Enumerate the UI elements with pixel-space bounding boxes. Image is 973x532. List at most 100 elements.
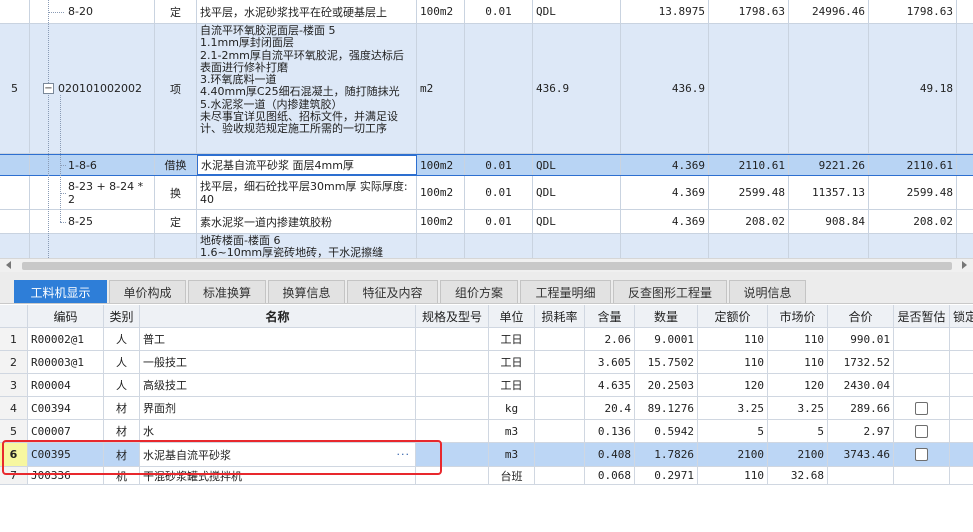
content-cell[interactable]: 20.4 (585, 397, 635, 419)
unit-cell[interactable]: m3 (489, 420, 535, 442)
code-cell[interactable]: R00004 (28, 374, 104, 396)
lock-cell[interactable] (950, 397, 973, 419)
name-edit-field[interactable]: 水泥基自流平砂浆 ··· (140, 443, 416, 466)
type-cell[interactable]: 人 (104, 351, 140, 373)
type-cell[interactable]: 换 (155, 176, 197, 209)
provisional-checkbox[interactable] (915, 401, 928, 415)
name-cell[interactable]: 界面剂 (140, 397, 416, 419)
header-unit[interactable]: 单位 (489, 305, 535, 327)
qty-expr-cell[interactable] (533, 234, 621, 258)
price-cell[interactable] (709, 24, 789, 153)
row-number[interactable]: 1 (0, 328, 28, 350)
total-cell[interactable]: 2.97 (828, 420, 894, 442)
name-cell[interactable]: 找平层，细石砼找平层30mm厚 实际厚度: 40 (197, 176, 417, 209)
name-cell[interactable]: 水 (140, 420, 416, 442)
horizontal-scrollbar[interactable] (0, 258, 973, 272)
tab-reverse-graphic-quantity[interactable]: 反查图形工程量 (613, 280, 727, 303)
name-cell[interactable]: 一般技工 (140, 351, 416, 373)
spec-cell[interactable] (416, 467, 489, 484)
table-row[interactable]: 3 R00004 人 高级技工 工日 4.635 20.2503 120 120… (0, 374, 973, 397)
price2-cell[interactable]: 49.18 (869, 24, 957, 153)
more-options-icon[interactable]: ··· (397, 448, 411, 461)
tab-description-info[interactable]: 说明信息 (729, 280, 806, 303)
market-price-cell[interactable]: 3.25 (768, 397, 828, 419)
qty-expr-cell[interactable]: QDL (533, 176, 621, 209)
content-cell[interactable]: 0.408 (585, 443, 635, 466)
price2-cell[interactable]: 2110.61 (869, 155, 957, 175)
table-row[interactable]: 地砖楼面-楼面 6 1.6~10mm厚瓷砖地砖，干水泥擦缝 (0, 234, 973, 258)
header-provisional[interactable]: 是否暂估 (894, 305, 950, 327)
total-cell[interactable]: 2430.04 (828, 374, 894, 396)
coef-cell[interactable]: 0.01 (465, 176, 533, 209)
header-code[interactable]: 编码 (28, 305, 104, 327)
header-lock[interactable]: 锁定 (950, 305, 973, 327)
qty-cell[interactable]: 436.9 (621, 24, 709, 153)
unit-cell[interactable]: m2 (417, 24, 465, 153)
tab-labor-material-machine[interactable]: 工料机显示 (14, 280, 107, 303)
tab-standard-conversion[interactable]: 标准换算 (188, 280, 266, 303)
code-cell[interactable]: C00007 (28, 420, 104, 442)
table-row[interactable]: 2 R00003@1 人 一般技工 工日 3.605 15.7502 110 1… (0, 351, 973, 374)
loss-rate-cell[interactable] (535, 328, 585, 350)
scroll-left-arrow-icon[interactable] (6, 261, 11, 269)
unit-cell[interactable]: m3 (489, 443, 535, 466)
total-cell[interactable] (789, 234, 869, 258)
coef-cell[interactable] (465, 24, 533, 153)
unit-cell[interactable] (417, 234, 465, 258)
lock-cell[interactable] (950, 374, 973, 396)
name-cell[interactable]: 地砖楼面-楼面 6 1.6~10mm厚瓷砖地砖，干水泥擦缝 (197, 234, 417, 258)
header-type[interactable]: 类别 (104, 305, 140, 327)
code-cell[interactable]: R00002@1 (28, 328, 104, 350)
qty-cell[interactable]: 4.369 (621, 176, 709, 209)
total-cell[interactable]: 24996.46 (789, 0, 869, 23)
table-row[interactable]: 5 C00007 材 水 m3 0.136 0.5942 5 5 2.97 (0, 420, 973, 443)
spec-cell[interactable] (416, 374, 489, 396)
qty-expr-cell[interactable]: 436.9 (533, 24, 621, 153)
market-price-cell[interactable]: 120 (768, 374, 828, 396)
table-row[interactable]: 8-25 定 素水泥浆一道内掺建筑胶粉 100m2 0.01 QDL 4.369… (0, 210, 973, 234)
total-cell[interactable]: 289.66 (828, 397, 894, 419)
quota-price-cell[interactable]: 110 (698, 328, 768, 350)
lock-cell[interactable] (950, 328, 973, 350)
scroll-right-arrow-icon[interactable] (962, 261, 967, 269)
spec-cell[interactable] (416, 397, 489, 419)
market-price-cell[interactable]: 110 (768, 351, 828, 373)
row-number[interactable]: 2 (0, 351, 28, 373)
price-cell[interactable] (709, 234, 789, 258)
header-quota-price[interactable]: 定额价 (698, 305, 768, 327)
lock-cell[interactable] (950, 351, 973, 373)
scrollbar-thumb[interactable] (22, 262, 952, 270)
table-row[interactable]: 8-23 + 8-24 * 2 换 找平层，细石砼找平层30mm厚 实际厚度: … (0, 176, 973, 210)
type-cell[interactable] (155, 234, 197, 258)
header-market-price[interactable]: 市场价 (768, 305, 828, 327)
lock-cell[interactable] (950, 467, 973, 484)
quantity-cell[interactable]: 15.7502 (635, 351, 698, 373)
quantity-cell[interactable]: 0.5942 (635, 420, 698, 442)
quota-price-cell[interactable]: 3.25 (698, 397, 768, 419)
loss-rate-cell[interactable] (535, 420, 585, 442)
name-cell[interactable]: 找平层，水泥砂浆找平在砼或硬基层上 (197, 0, 417, 23)
spec-cell[interactable] (416, 328, 489, 350)
tab-pricing-scheme[interactable]: 组价方案 (440, 280, 518, 303)
header-content[interactable]: 含量 (585, 305, 635, 327)
unit-cell[interactable]: 100m2 (417, 0, 465, 23)
loss-rate-cell[interactable] (535, 397, 585, 419)
quantity-cell[interactable]: 9.0001 (635, 328, 698, 350)
price-cell[interactable]: 2599.48 (709, 176, 789, 209)
table-row[interactable]: 5 020101002002 项 自流平环氧胶泥面层-楼面 5 1.1mm厚封闭… (0, 24, 973, 154)
type-cell[interactable]: 机 (104, 467, 140, 484)
content-cell[interactable]: 2.06 (585, 328, 635, 350)
content-cell[interactable]: 4.635 (585, 374, 635, 396)
unit-cell[interactable]: 工日 (489, 374, 535, 396)
unit-cell[interactable]: 100m2 (417, 155, 465, 175)
price-cell[interactable]: 1798.63 (709, 0, 789, 23)
market-price-cell[interactable]: 110 (768, 328, 828, 350)
total-cell[interactable] (789, 24, 869, 153)
type-cell[interactable]: 人 (104, 374, 140, 396)
provisional-checkbox[interactable] (915, 448, 928, 461)
loss-rate-cell[interactable] (535, 443, 585, 466)
type-cell[interactable]: 项 (155, 24, 197, 153)
total-cell[interactable]: 11357.13 (789, 176, 869, 209)
spec-cell[interactable] (416, 420, 489, 442)
name-edit-field[interactable]: 水泥基自流平砂浆 面层4mm厚 (197, 155, 417, 175)
